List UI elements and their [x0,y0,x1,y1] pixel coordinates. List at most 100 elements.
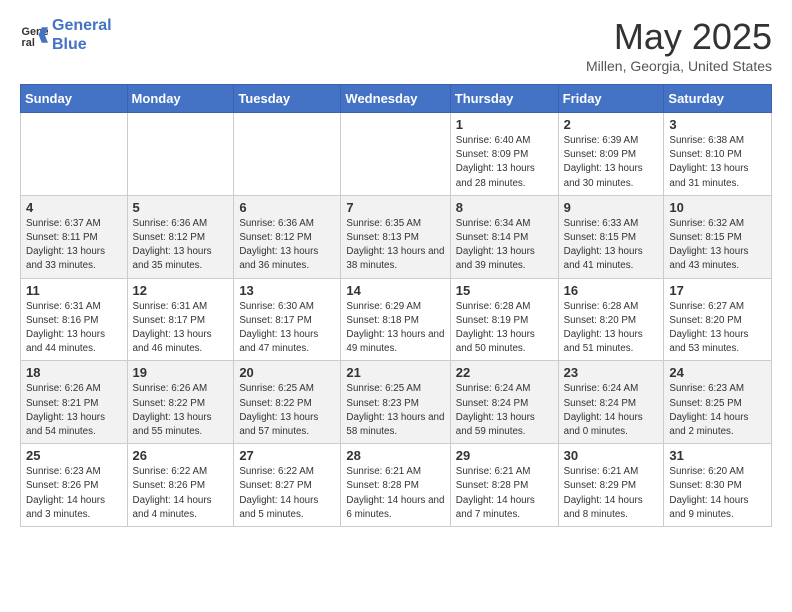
calendar-cell: 3 Sunrise: 6:38 AM Sunset: 8:10 PM Daylig… [664,113,772,196]
day-info: Sunrise: 6:22 AM Sunset: 8:27 PM Dayligh… [239,465,335,522]
svg-text:ral: ral [22,37,35,49]
col-wednesday: Wednesday [341,85,450,113]
day-info: Sunrise: 6:39 AM Sunset: 8:09 PM Dayligh… [564,134,659,191]
calendar-cell: 16 Sunrise: 6:28 AM Sunset: 8:20 PM Dayli… [558,278,664,361]
col-sunday: Sunday [21,85,128,113]
calendar-title: May 2025 [586,16,772,58]
logo-icon: Gene ral [20,21,48,49]
day-info: Sunrise: 6:40 AM Sunset: 8:09 PM Dayligh… [456,134,553,191]
calendar-cell: 8Sunrise: 6:34 AM Sunset: 8:14 PM Daylig… [450,195,558,278]
calendar-cell: 17 Sunrise: 6:27 AM Sunset: 8:20 PM Dayli… [664,278,772,361]
col-saturday: Saturday [664,85,772,113]
calendar-cell: 10Sunrise: 6:32 AM Sunset: 8:15 PM Dayli… [664,195,772,278]
day-info: Sunrise: 6:30 AM Sunset: 8:17 PM Dayligh… [239,300,335,357]
day-number: 15 [456,283,553,298]
calendar-cell: 25Sunrise: 6:23 AM Sunset: 8:26 PM Dayli… [21,444,128,527]
calendar-header-row: Sunday Monday Tuesday Wednesday Thursday… [21,85,772,113]
calendar-cell: 5 Sunrise: 6:36 AM Sunset: 8:12 PM Daylig… [127,195,234,278]
day-number: 12 [133,283,229,298]
day-info: Sunrise: 6:24 AM Sunset: 8:24 PM Dayligh… [564,382,659,439]
day-info: Sunrise: 6:31 AM Sunset: 8:17 PM Dayligh… [133,300,229,357]
day-number: 5 [133,200,229,215]
day-info: Sunrise: 6:21 AM Sunset: 8:28 PM Dayligh… [346,465,444,522]
day-number: 17 [669,283,766,298]
calendar-week-1: 1Sunrise: 6:40 AM Sunset: 8:09 PM Daylig… [21,113,772,196]
calendar-cell: 13 Sunrise: 6:30 AM Sunset: 8:17 PM Dayli… [234,278,341,361]
logo-text: GeneralBlue [52,16,112,54]
day-info: Sunrise: 6:24 AM Sunset: 8:24 PM Dayligh… [456,382,553,439]
calendar-cell: 26 Sunrise: 6:22 AM Sunset: 8:26 PM Dayli… [127,444,234,527]
calendar-cell [127,113,234,196]
day-info: Sunrise: 6:20 AM Sunset: 8:30 PM Dayligh… [669,465,766,522]
calendar-cell: 21 Sunrise: 6:25 AM Sunset: 8:23 PM Dayli… [341,361,450,444]
col-thursday: Thursday [450,85,558,113]
calendar-week-3: 11Sunrise: 6:31 AM Sunset: 8:16 PM Dayli… [21,278,772,361]
day-number: 3 [669,117,766,132]
day-number: 30 [564,448,659,463]
calendar-cell: 22Sunrise: 6:24 AM Sunset: 8:24 PM Dayli… [450,361,558,444]
calendar-cell: 27 Sunrise: 6:22 AM Sunset: 8:27 PM Dayli… [234,444,341,527]
day-info: Sunrise: 6:27 AM Sunset: 8:20 PM Dayligh… [669,300,766,357]
calendar-week-4: 18 Sunrise: 6:26 AM Sunset: 8:21 PM Dayli… [21,361,772,444]
day-number: 20 [239,365,335,380]
calendar-cell [234,113,341,196]
title-area: May 2025 Millen, Georgia, United States [586,16,772,74]
day-info: Sunrise: 6:38 AM Sunset: 8:10 PM Dayligh… [669,134,766,191]
calendar-cell: 15 Sunrise: 6:28 AM Sunset: 8:19 PM Dayli… [450,278,558,361]
calendar-cell: 31Sunrise: 6:20 AM Sunset: 8:30 PM Dayli… [664,444,772,527]
day-number: 24 [669,365,766,380]
day-number: 9 [564,200,659,215]
col-friday: Friday [558,85,664,113]
calendar-cell: 1Sunrise: 6:40 AM Sunset: 8:09 PM Daylig… [450,113,558,196]
calendar-cell: 2 Sunrise: 6:39 AM Sunset: 8:09 PM Daylig… [558,113,664,196]
calendar-cell [21,113,128,196]
day-info: Sunrise: 6:28 AM Sunset: 8:19 PM Dayligh… [456,300,553,357]
calendar-cell: 7Sunrise: 6:35 AM Sunset: 8:13 PM Daylig… [341,195,450,278]
calendar-week-5: 25Sunrise: 6:23 AM Sunset: 8:26 PM Dayli… [21,444,772,527]
day-number: 25 [26,448,122,463]
day-info: Sunrise: 6:36 AM Sunset: 8:12 PM Dayligh… [239,217,335,274]
day-number: 6 [239,200,335,215]
day-number: 26 [133,448,229,463]
calendar-cell: 12 Sunrise: 6:31 AM Sunset: 8:17 PM Dayli… [127,278,234,361]
day-number: 16 [564,283,659,298]
day-info: Sunrise: 6:28 AM Sunset: 8:20 PM Dayligh… [564,300,659,357]
day-info: Sunrise: 6:25 AM Sunset: 8:23 PM Dayligh… [346,382,444,439]
day-number: 13 [239,283,335,298]
day-number: 23 [564,365,659,380]
day-info: Sunrise: 6:29 AM Sunset: 8:18 PM Dayligh… [346,300,444,357]
day-info: Sunrise: 6:21 AM Sunset: 8:28 PM Dayligh… [456,465,553,522]
day-number: 27 [239,448,335,463]
header: Gene ral GeneralBlue May 2025 Millen, Ge… [20,16,772,74]
day-number: 21 [346,365,444,380]
calendar-cell: 4 Sunrise: 6:37 AM Sunset: 8:11 PM Daylig… [21,195,128,278]
day-info: Sunrise: 6:26 AM Sunset: 8:21 PM Dayligh… [26,382,122,439]
calendar-subtitle: Millen, Georgia, United States [586,58,772,74]
calendar-cell: 11Sunrise: 6:31 AM Sunset: 8:16 PM Dayli… [21,278,128,361]
day-number: 11 [26,283,122,298]
day-info: Sunrise: 6:36 AM Sunset: 8:12 PM Dayligh… [133,217,229,274]
day-info: Sunrise: 6:23 AM Sunset: 8:25 PM Dayligh… [669,382,766,439]
day-info: Sunrise: 6:21 AM Sunset: 8:29 PM Dayligh… [564,465,659,522]
day-number: 4 [26,200,122,215]
calendar-cell: 29Sunrise: 6:21 AM Sunset: 8:28 PM Dayli… [450,444,558,527]
calendar-cell: 24 Sunrise: 6:23 AM Sunset: 8:25 PM Dayli… [664,361,772,444]
day-info: Sunrise: 6:37 AM Sunset: 8:11 PM Dayligh… [26,217,122,274]
day-number: 10 [669,200,766,215]
calendar-cell: 23 Sunrise: 6:24 AM Sunset: 8:24 PM Dayli… [558,361,664,444]
day-info: Sunrise: 6:25 AM Sunset: 8:22 PM Dayligh… [239,382,335,439]
calendar-cell [341,113,450,196]
calendar-cell: 18 Sunrise: 6:26 AM Sunset: 8:21 PM Dayli… [21,361,128,444]
day-number: 18 [26,365,122,380]
logo: Gene ral GeneralBlue [20,16,112,54]
calendar-cell: 20 Sunrise: 6:25 AM Sunset: 8:22 PM Dayli… [234,361,341,444]
day-number: 2 [564,117,659,132]
day-info: Sunrise: 6:35 AM Sunset: 8:13 PM Dayligh… [346,217,444,274]
calendar-cell: 9Sunrise: 6:33 AM Sunset: 8:15 PM Daylig… [558,195,664,278]
day-info: Sunrise: 6:22 AM Sunset: 8:26 PM Dayligh… [133,465,229,522]
calendar-cell: 28 Sunrise: 6:21 AM Sunset: 8:28 PM Dayli… [341,444,450,527]
calendar-cell: 19Sunrise: 6:26 AM Sunset: 8:22 PM Dayli… [127,361,234,444]
day-number: 28 [346,448,444,463]
day-info: Sunrise: 6:34 AM Sunset: 8:14 PM Dayligh… [456,217,553,274]
calendar-cell: 30 Sunrise: 6:21 AM Sunset: 8:29 PM Dayli… [558,444,664,527]
